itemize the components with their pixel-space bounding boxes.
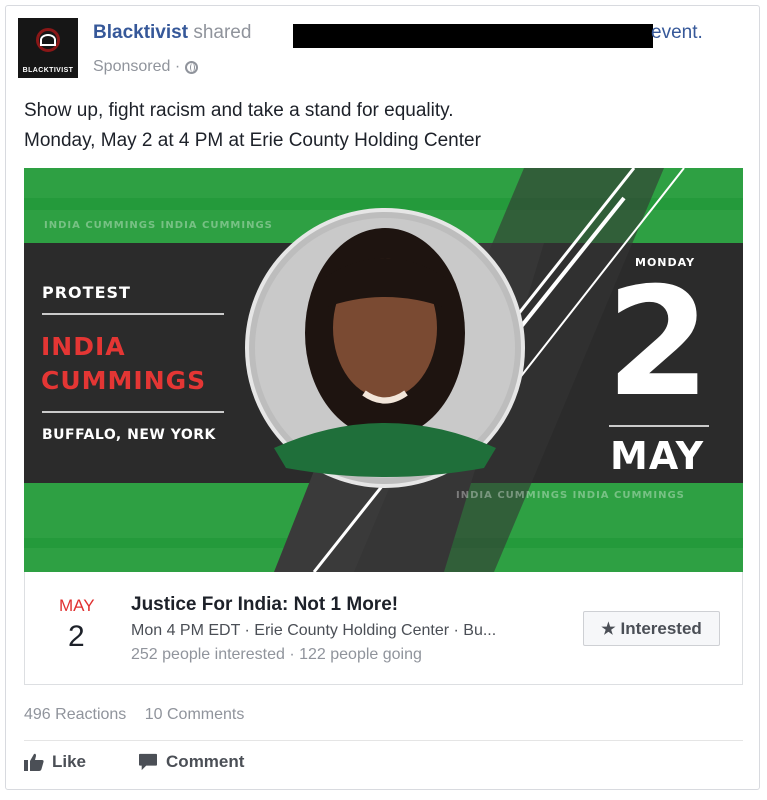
comment-bubble-icon [139, 753, 158, 771]
comment-label: Comment [166, 752, 245, 771]
post-message-line: Show up, fight racism and take a stand f… [24, 100, 454, 121]
banner-protest-label: PROTEST [42, 283, 131, 302]
event-banner-image[interactable]: INDIA CUMMINGS INDIA CUMMINGS INDIA CUMM… [24, 168, 743, 572]
banner-day-number: 2 [606, 256, 711, 430]
banner-watermark: INDIA CUMMINGS INDIA CUMMINGS [456, 490, 685, 501]
globe-icon [185, 60, 199, 74]
star-icon: ★ [601, 620, 616, 638]
post-header: BLACKTIVIST Blacktivist shared event. Sp… [18, 18, 738, 78]
like-label: Like [52, 752, 87, 771]
interested-button[interactable]: ★ Interested [583, 611, 720, 646]
banner-month: MAY [610, 434, 705, 478]
header-line: Blacktivist shared [93, 22, 251, 44]
event-title-link[interactable]: Justice For India: Not 1 More! [131, 594, 398, 616]
sponsored-line: Sponsored · [93, 58, 199, 76]
banner-name-line: INDIA [41, 332, 126, 361]
event-link[interactable]: event. [651, 22, 703, 44]
post-actions: Like Comment [24, 752, 244, 772]
event-attendance-stats: 252 people interested · 122 people going [131, 646, 422, 663]
reactions-count-link[interactable]: 496 Reactions [24, 706, 126, 723]
event-date-month: MAY [59, 596, 95, 615]
event-info-bar[interactable]: MAY 2 Justice For India: Not 1 More! Mon… [24, 572, 743, 685]
like-button[interactable]: Like [24, 752, 86, 772]
comments-count-link[interactable]: 10 Comments [145, 706, 245, 723]
comment-button[interactable]: Comment [138, 752, 244, 772]
banner-city: BUFFALO, NEW YORK [42, 427, 216, 443]
page-name-link[interactable]: Blacktivist [93, 22, 188, 43]
post-message: Show up, fight racism and take a stand f… [24, 96, 481, 156]
logo-emblem-icon [40, 34, 56, 46]
engagement-summary: 496 Reactions 10 Comments [24, 706, 258, 724]
page-avatar[interactable]: BLACKTIVIST [18, 18, 78, 78]
redacted-box [293, 24, 653, 48]
avatar-logo-text: BLACKTIVIST [22, 67, 74, 74]
post-message-line: Monday, May 2 at 4 PM at Erie County Hol… [24, 130, 481, 151]
thumbs-up-icon [24, 753, 44, 771]
divider [24, 740, 743, 741]
interested-label: Interested [620, 618, 702, 638]
event-details: Mon 4 PM EDT · Erie County Holding Cente… [131, 622, 497, 639]
banner-name-line: CUMMINGS [41, 366, 207, 395]
shared-text: shared [193, 22, 252, 43]
event-date-day: 2 [68, 620, 85, 653]
sponsored-label[interactable]: Sponsored · [93, 58, 180, 76]
banner-watermark: INDIA CUMMINGS INDIA CUMMINGS [44, 220, 273, 231]
